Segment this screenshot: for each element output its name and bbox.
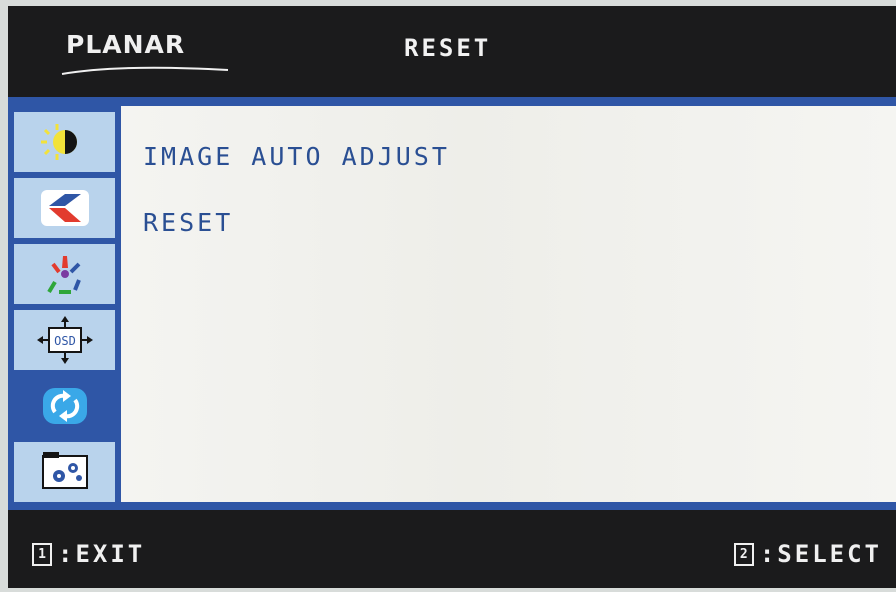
color-icon — [46, 256, 81, 294]
footer-divider — [8, 502, 896, 510]
setup-gears-icon — [41, 452, 88, 489]
reset-icon — [42, 388, 87, 424]
sidebar-item-luminance[interactable] — [14, 112, 115, 172]
sidebar: OSD — [8, 106, 121, 502]
sidebar-item-image[interactable] — [14, 178, 115, 238]
brand-logo: PLANAR — [66, 30, 186, 59]
osd-window: PLANAR RESET OSD IMAGE AUTO ADJUST RESET… — [8, 6, 896, 588]
select-hint: 2 :SELECT — [733, 540, 882, 568]
menu-panel: IMAGE AUTO ADJUST RESET — [121, 106, 896, 502]
brightness-contrast-icon — [40, 124, 77, 160]
menu-item-image-auto-adjust[interactable]: IMAGE AUTO ADJUST — [143, 142, 450, 171]
sidebar-item-reset[interactable] — [14, 376, 115, 436]
osd-settings-icon: OSD — [36, 316, 93, 364]
select-key-icon: 2 — [733, 542, 754, 566]
sidebar-item-setup[interactable] — [14, 442, 115, 502]
menu-item-reset[interactable]: RESET — [143, 208, 233, 237]
select-label: :SELECT — [759, 540, 882, 568]
sidebar-item-color[interactable] — [14, 244, 115, 304]
menu-title: RESET — [404, 34, 492, 62]
logo-swoosh — [61, 66, 229, 75]
exit-hint: 1 :EXIT — [32, 540, 145, 568]
image-geometry-icon — [40, 190, 89, 226]
osd-footer: 1 :EXIT 2 :SELECT — [8, 510, 896, 588]
exit-key-icon: 1 — [32, 542, 52, 566]
sidebar-item-osd[interactable]: OSD — [14, 310, 115, 370]
header-divider — [8, 97, 896, 106]
exit-label: :EXIT — [58, 540, 146, 568]
osd-icon-label: OSD — [54, 334, 76, 348]
osd-header: PLANAR RESET — [8, 6, 896, 98]
